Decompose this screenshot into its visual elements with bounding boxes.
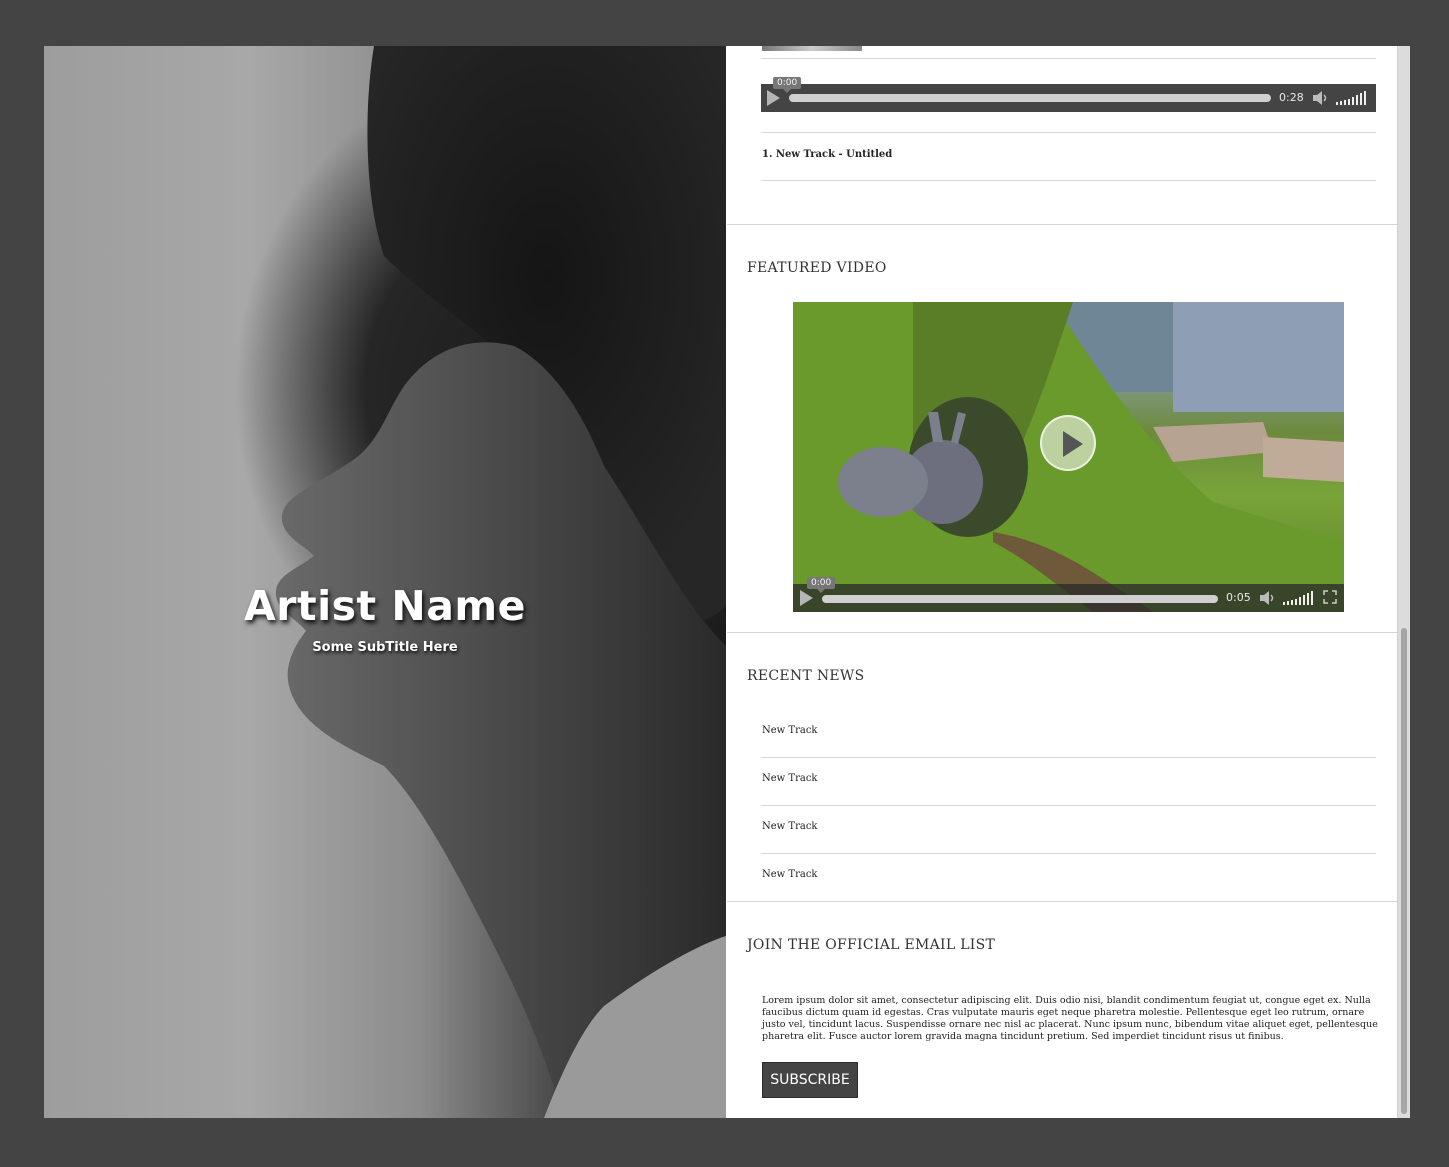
content-column: 0:00 0:28 1. New Track - Untitled FEATUR… xyxy=(727,46,1397,1118)
scrollbar[interactable] xyxy=(1397,46,1410,1118)
email-list-title: JOIN THE OFFICIAL EMAIL LIST xyxy=(747,937,996,953)
divider xyxy=(761,805,1376,806)
news-item[interactable]: New Track xyxy=(762,773,817,784)
video-current-time: 0:00 xyxy=(807,577,836,593)
video-player[interactable]: 0:00 0:05 xyxy=(793,302,1344,612)
audio-duration: 0:28 xyxy=(1279,91,1304,104)
email-list-description: Lorem ipsum dolor sit amet, consectetur … xyxy=(762,995,1378,1042)
audio-player[interactable]: 0:00 0:28 xyxy=(761,77,1376,112)
hero-section: Artist Name Some SubTitle Here xyxy=(44,46,726,1118)
hero-title-block: Artist Name Some SubTitle Here xyxy=(44,582,726,655)
volume-slider[interactable] xyxy=(1283,591,1317,605)
recent-news-title: RECENT NEWS xyxy=(747,668,865,684)
fullscreen-icon[interactable] xyxy=(1323,590,1337,604)
divider xyxy=(761,180,1376,181)
artist-name: Artist Name xyxy=(244,582,526,630)
divider xyxy=(761,853,1376,854)
news-item[interactable]: New Track xyxy=(762,821,817,832)
speaker-icon[interactable] xyxy=(1311,90,1331,106)
video-big-play-button[interactable] xyxy=(1040,415,1096,471)
audio-current-time: 0:00 xyxy=(773,77,802,93)
speaker-icon[interactable] xyxy=(1258,590,1278,606)
playlist-track[interactable]: 1. New Track - Untitled xyxy=(762,149,892,160)
audio-play-button[interactable] xyxy=(767,90,780,106)
volume-slider[interactable] xyxy=(1336,91,1370,105)
video-play-button[interactable] xyxy=(800,590,813,606)
audio-progress-rail[interactable] xyxy=(789,94,1271,102)
section-divider xyxy=(727,632,1397,633)
featured-video-title: FEATURED VIDEO xyxy=(747,260,887,276)
section-divider xyxy=(727,901,1397,902)
artist-subtitle: Some SubTitle Here xyxy=(312,640,458,655)
news-item[interactable]: New Track xyxy=(762,725,817,736)
scrollbar-thumb[interactable] xyxy=(1401,628,1407,1114)
divider xyxy=(761,757,1376,758)
news-item[interactable]: New Track xyxy=(762,869,817,880)
album-thumbnail xyxy=(762,46,862,51)
divider xyxy=(761,132,1376,133)
divider xyxy=(761,58,1376,59)
video-duration: 0:05 xyxy=(1226,591,1251,604)
page-frame: Artist Name Some SubTitle Here 0:00 0:28… xyxy=(44,46,1410,1118)
video-progress-rail[interactable] xyxy=(822,595,1218,603)
section-divider xyxy=(727,224,1397,225)
subscribe-button[interactable]: SUBSCRIBE xyxy=(762,1062,858,1098)
